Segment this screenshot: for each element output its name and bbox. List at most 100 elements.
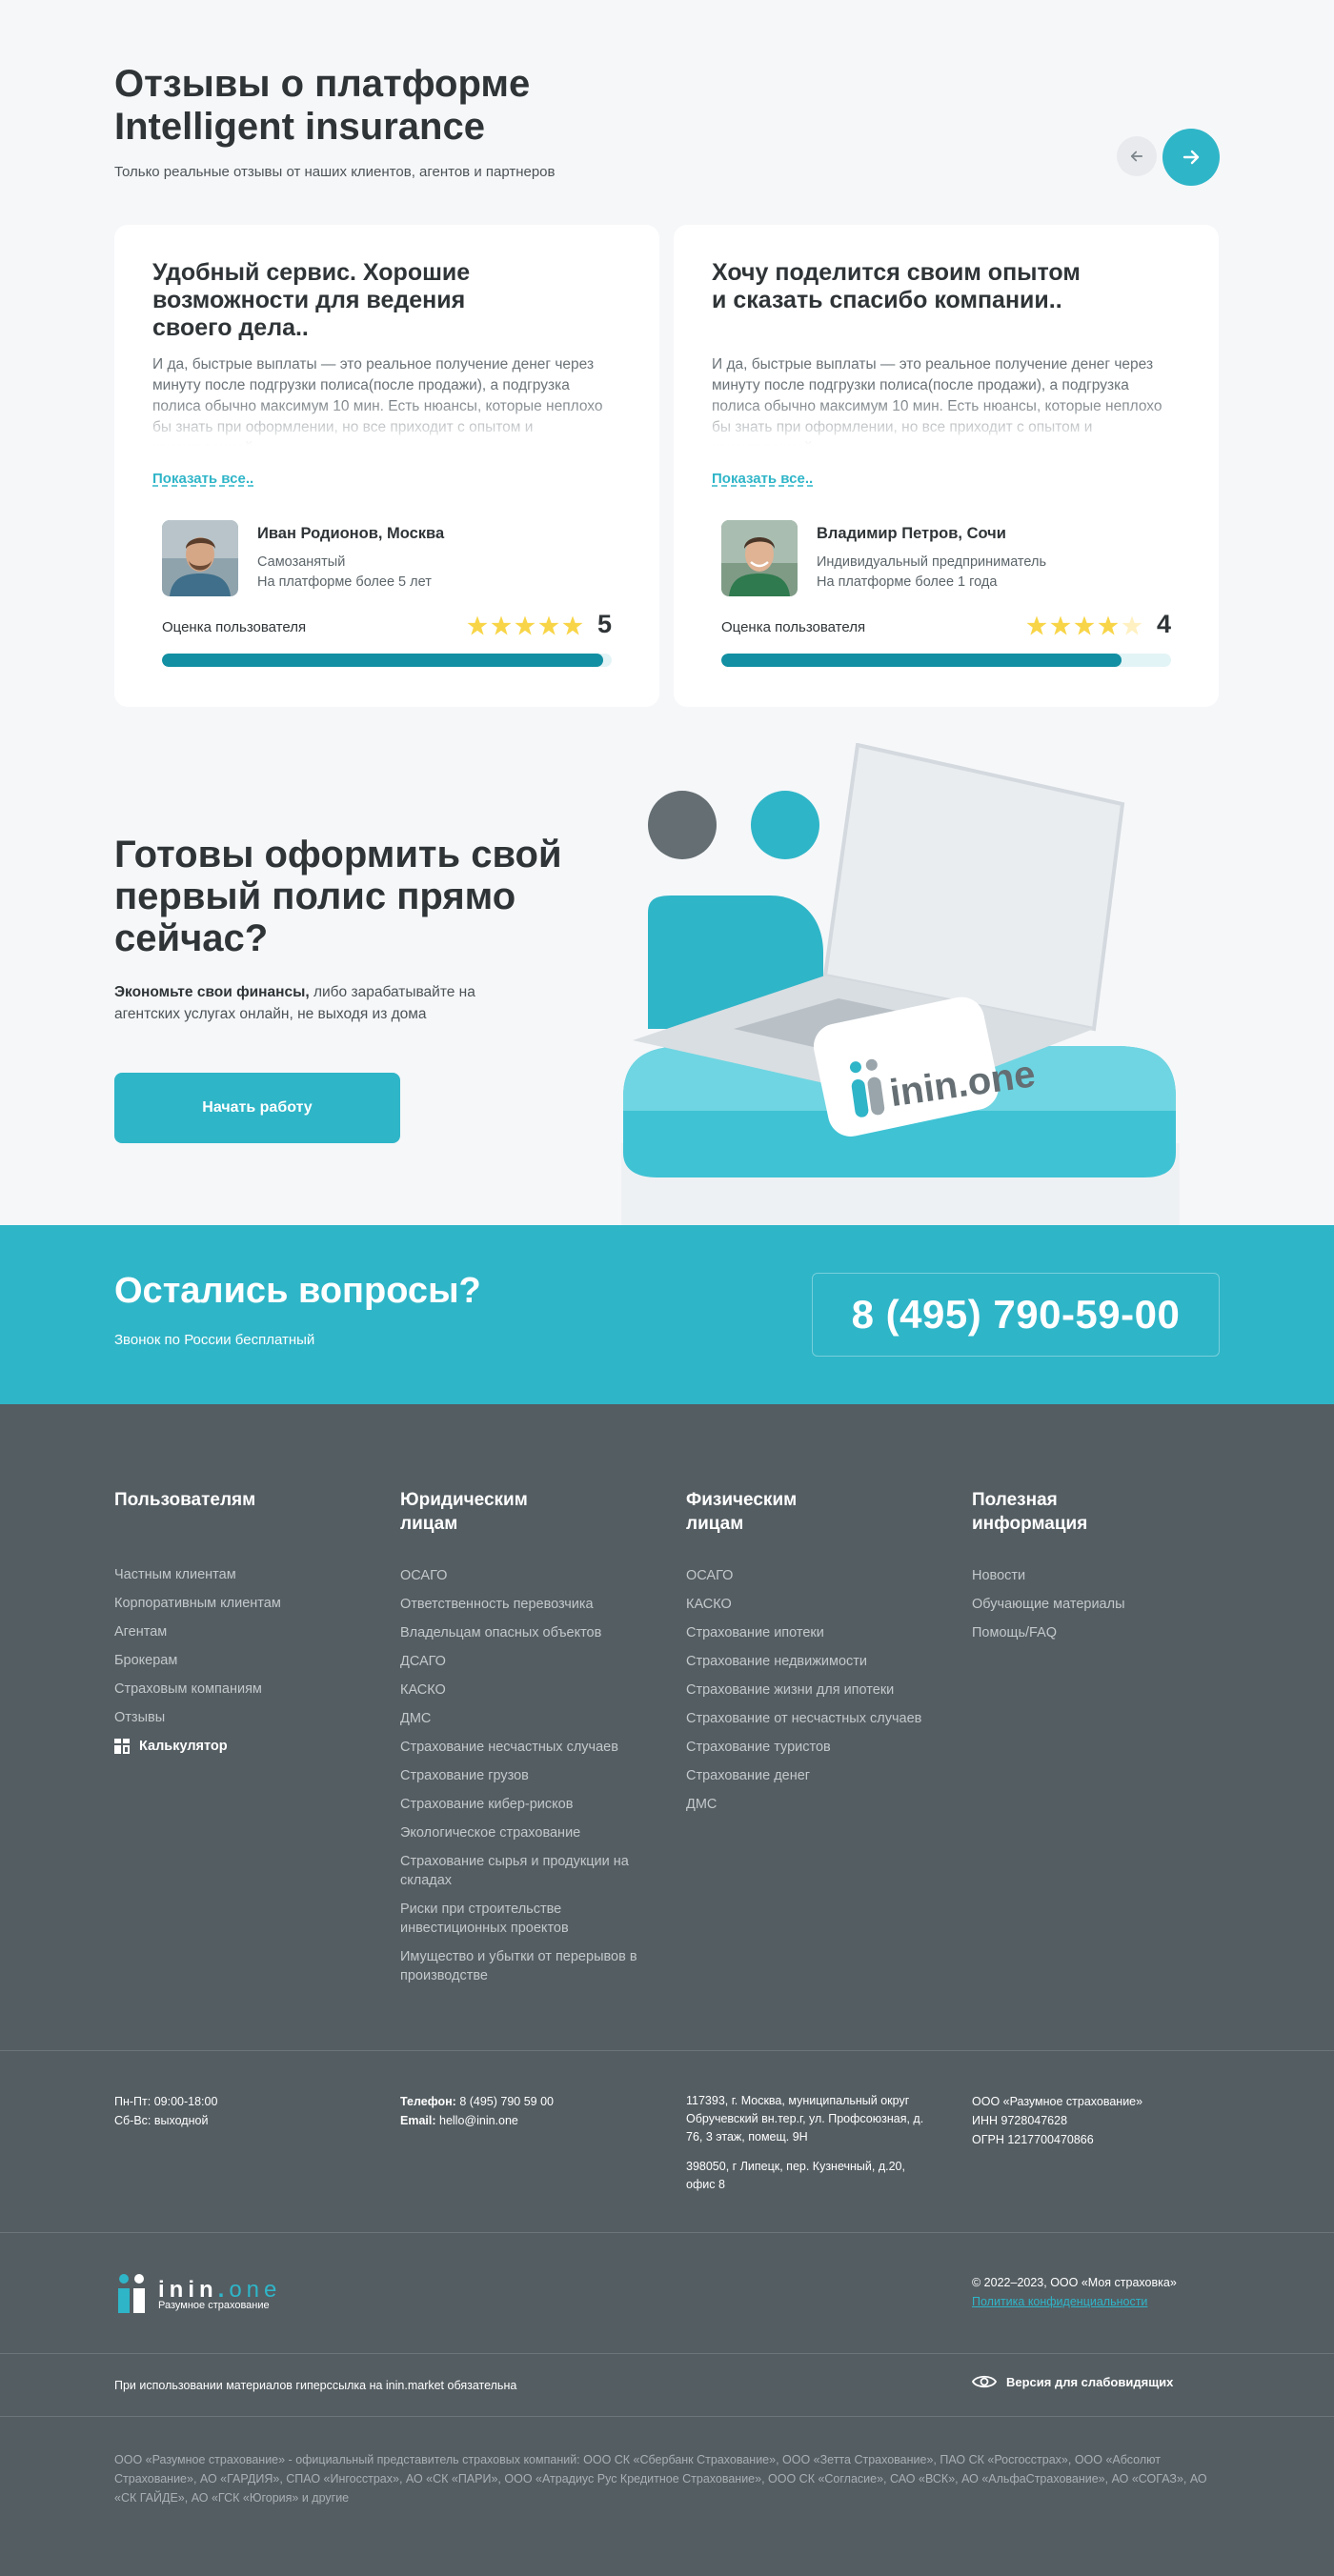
star-icon bbox=[1074, 615, 1095, 635]
footer-link[interactable]: ДМС bbox=[400, 1709, 657, 1728]
reviewer-meta: Индивидуальный предприниматель На платфо… bbox=[817, 553, 1046, 593]
footer-link[interactable]: Владельцам опасных объектов bbox=[400, 1623, 657, 1642]
rating-bar bbox=[162, 654, 612, 667]
footer-link[interactable]: Брокерам bbox=[114, 1651, 305, 1670]
footer-link[interactable]: Новости bbox=[972, 1566, 1134, 1585]
privacy-policy-link[interactable]: Политика конфиденциальности bbox=[972, 2295, 1147, 2308]
star-icon bbox=[491, 615, 512, 635]
footer-link[interactable]: Страхование от несчастных случаев bbox=[686, 1709, 953, 1728]
arrow-right-icon bbox=[1182, 150, 1200, 165]
reviews-next-button[interactable] bbox=[1162, 129, 1220, 186]
legal-text: ООО «Разумное страхование» - официальный… bbox=[114, 2453, 1207, 2505]
footer-link[interactable]: Корпоративным клиентам bbox=[114, 1594, 305, 1613]
calculator-icon bbox=[114, 1739, 130, 1754]
review-card: Хочу поделится своим опытом и сказать сп… bbox=[674, 225, 1219, 707]
reviews-prev-button[interactable] bbox=[1117, 136, 1157, 176]
star-icon bbox=[467, 615, 488, 635]
rating-stars bbox=[1026, 615, 1142, 636]
calculator-link[interactable]: Калькулятор bbox=[114, 1737, 305, 1756]
footer-link[interactable]: Обучающие материалы bbox=[972, 1595, 1134, 1614]
cta-title-line: первый полис прямо bbox=[114, 875, 516, 917]
phone-link[interactable]: 8 (495) 790-59-00 bbox=[812, 1273, 1220, 1357]
footer-link[interactable]: Ответственность перевозчика bbox=[400, 1595, 657, 1614]
avatar bbox=[162, 520, 238, 596]
work-hours: Пн-Пт: 09:00-18:00 Сб-Вс: выходной bbox=[114, 2092, 217, 2130]
company-name: ООО «Разумное страхование» bbox=[972, 2095, 1143, 2108]
review-title: Удобный сервис. Хорошие возможности для … bbox=[152, 259, 471, 341]
footer-col-info: Полезная информация Новости Обучающие мат… bbox=[972, 1488, 1134, 1652]
eye-icon bbox=[972, 2375, 997, 2388]
cta-title-line: Готовы оформить свой bbox=[114, 834, 562, 875]
footer-email-link[interactable]: hello@inin.one bbox=[439, 2114, 518, 2127]
footer-link[interactable]: Имущество и убытки от перерывов в произв… bbox=[400, 1947, 657, 1985]
rating-bar-fill bbox=[162, 654, 603, 667]
footer-phone-link[interactable]: 8 (495) 790 59 00 bbox=[459, 2095, 554, 2108]
show-all-link[interactable]: Показать все.. bbox=[152, 471, 253, 487]
rating-score: 4 bbox=[1156, 610, 1171, 638]
reviews-title-line-1: Отзывы о платформе bbox=[114, 63, 531, 105]
footer-link[interactable]: Страхование туристов bbox=[686, 1738, 953, 1757]
reviewer-role: Самозанятый bbox=[257, 554, 346, 570]
divider bbox=[0, 2416, 1334, 2417]
email-label: Email: bbox=[400, 2114, 436, 2127]
review-title: Хочу поделится своим опытом и сказать сп… bbox=[712, 259, 1081, 313]
footer-link[interactable]: Агентам bbox=[114, 1622, 305, 1641]
logo-mark-icon bbox=[118, 2274, 145, 2313]
company-ogrn: ОГРН 1217700470866 bbox=[972, 2133, 1094, 2146]
footer-link[interactable]: Страхование грузов bbox=[400, 1766, 657, 1785]
company-inn: ИНН 9728047628 bbox=[972, 2114, 1068, 2127]
footer-link[interactable]: Частным клиентам bbox=[114, 1565, 305, 1584]
divider bbox=[0, 2232, 1334, 2233]
reviewer-tenure: На платформе более 1 года bbox=[817, 574, 998, 590]
rating-score: 5 bbox=[596, 610, 612, 638]
footer-link[interactable]: Риски при строительстве инвестиционных п… bbox=[400, 1900, 657, 1938]
show-all-link[interactable]: Показать все.. bbox=[712, 471, 813, 487]
footer-col-title: Физическим лицам bbox=[686, 1490, 798, 1534]
phone-label: Телефон: bbox=[400, 2095, 456, 2108]
start-work-button[interactable]: Начать работу bbox=[114, 1073, 400, 1143]
rating-bar bbox=[721, 654, 1171, 667]
star-icon bbox=[1122, 615, 1142, 635]
footer-link[interactable]: Страхование несчастных случаев bbox=[400, 1738, 657, 1757]
rating-bar-fill bbox=[721, 654, 1122, 667]
copyright: © 2022–2023, ООО «Моя страховка» bbox=[972, 2276, 1177, 2289]
score-label: Оценка пользователя bbox=[721, 619, 866, 635]
footer-link[interactable]: Страхование денег bbox=[686, 1766, 953, 1785]
reviewer-tenure: На платформе более 5 лет bbox=[257, 574, 432, 590]
footer-link[interactable]: Страховым компаниям bbox=[114, 1680, 305, 1699]
star-icon bbox=[515, 615, 536, 635]
footer-link[interactable]: Страхование сырья и продукции на складах bbox=[400, 1852, 657, 1890]
footer-link[interactable]: ДМС bbox=[686, 1795, 953, 1814]
reviews-title: Отзывы о платформе Intelligent insurance bbox=[114, 63, 686, 149]
cta-title: Готовы оформить свой первый полис прямо … bbox=[114, 834, 610, 959]
avatar bbox=[721, 520, 798, 596]
footer-link[interactable]: Страхование кибер-рисков bbox=[400, 1795, 657, 1814]
footer-link[interactable]: Страхование жизни для ипотеки bbox=[686, 1680, 953, 1700]
footer-link[interactable]: Отзывы bbox=[114, 1708, 305, 1727]
reviews-subtitle: Только реальные отзывы от наших клиентов… bbox=[114, 164, 556, 180]
rating-stars bbox=[467, 615, 583, 636]
usage-note: При использовании материалов гиперссылка… bbox=[114, 2379, 517, 2392]
reviewer-name: Владимир Петров, Сочи bbox=[817, 525, 1006, 542]
star-icon bbox=[538, 615, 559, 635]
logo-tagline: Разумное страхование bbox=[158, 2300, 270, 2311]
star-icon bbox=[1098, 615, 1119, 635]
copyright-block: © 2022–2023, ООО «Моя страховка» Политик… bbox=[972, 2273, 1177, 2311]
star-icon bbox=[1026, 615, 1047, 635]
accessibility-version-link[interactable]: Версия для слабовидящих bbox=[972, 2374, 1173, 2394]
cta-title-line: сейчас? bbox=[114, 917, 269, 959]
footer-col-title: Полезная информация bbox=[972, 1490, 1088, 1534]
footer-link[interactable]: ДСАГО bbox=[400, 1652, 657, 1671]
logo-word-one: one bbox=[229, 2277, 282, 2303]
footer-col-individuals: Физическим лицам ОСАГО КАСКО Страхование и… bbox=[686, 1488, 953, 1823]
footer-link[interactable]: ОСАГО bbox=[400, 1566, 657, 1585]
footer-link[interactable]: Помощь/FAQ bbox=[972, 1623, 1134, 1642]
footer-link[interactable]: КАСКО bbox=[686, 1595, 953, 1614]
footer-link[interactable]: ОСАГО bbox=[686, 1566, 953, 1585]
footer-link[interactable]: Экологическое страхование bbox=[400, 1823, 657, 1842]
footer-logo[interactable]: inin.one Разумное страхование bbox=[114, 2273, 281, 2315]
footer-link[interactable]: Страхование недвижимости bbox=[686, 1652, 953, 1671]
footer-link[interactable]: КАСКО bbox=[400, 1680, 657, 1700]
footer-link[interactable]: Страхование ипотеки bbox=[686, 1623, 953, 1642]
calculator-label: Калькулятор bbox=[139, 1739, 228, 1754]
